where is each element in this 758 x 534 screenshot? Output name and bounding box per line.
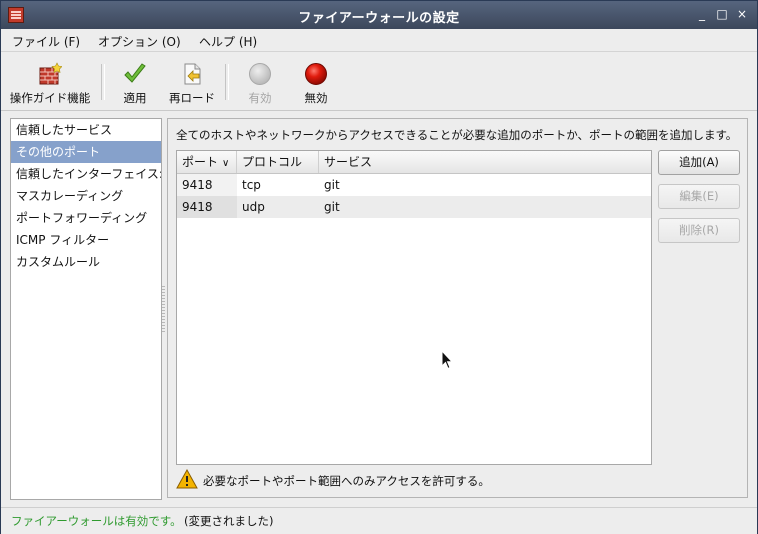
- menu-file[interactable]: ファイル (F): [12, 33, 80, 50]
- sidebar-item-masquerading[interactable]: マスカレーディング: [11, 185, 161, 207]
- firewall-wizard-icon: [39, 62, 62, 85]
- cell-service: git: [324, 178, 340, 192]
- column-header-label: ポート: [182, 155, 219, 169]
- reload-label: 再ロード: [169, 91, 215, 105]
- enable-label: 有効: [248, 91, 272, 105]
- reload-button[interactable]: 再ロード: [167, 58, 217, 106]
- table-header: ポート ∨ プロトコル サービス: [177, 151, 651, 174]
- title-bar[interactable]: ファイアーウォールの設定 _ □ ×: [1, 1, 757, 29]
- window-title: ファイアーウォールの設定: [298, 11, 460, 26]
- enable-button[interactable]: 有効: [241, 58, 279, 106]
- ports-table: ポート ∨ プロトコル サービス 9418 tcp git 9418 udp gi…: [176, 150, 652, 465]
- other-ports-panel: 全てのホストやネットワークからアクセスできることが必要な追加のポートか、ポートの…: [167, 118, 748, 498]
- firewall-window: ファイアーウォールの設定 _ □ × ファイル (F) オプション (O) ヘル…: [0, 0, 758, 534]
- warning-icon: [176, 469, 198, 489]
- pane-resize-handle[interactable]: [162, 286, 165, 334]
- cell-port: 9418: [177, 174, 237, 196]
- sidebar-item-custom-rules[interactable]: カスタムルール: [11, 251, 161, 273]
- panel-description: 全てのホストやネットワークからアクセスできることが必要な追加のポートか、ポートの…: [176, 128, 738, 142]
- menu-bar: ファイル (F) オプション (O) ヘルプ (H): [1, 29, 757, 52]
- column-header-protocol[interactable]: プロトコル: [237, 151, 319, 173]
- sidebar-item-trusted-interfaces[interactable]: 信頼したインターフェイス:: [11, 163, 161, 185]
- toolbar-separator: [101, 64, 105, 100]
- cell-port: 9418: [177, 196, 237, 218]
- toolbar-separator: [225, 64, 229, 100]
- change-status: (変更されました): [184, 514, 274, 528]
- add-port-button[interactable]: 追加(A): [658, 150, 740, 175]
- checkmark-icon: [124, 63, 146, 83]
- column-header-service[interactable]: サービス: [319, 151, 651, 173]
- disable-label: 無効: [304, 91, 328, 105]
- wizard-button[interactable]: 操作ガイド機能: [7, 58, 93, 106]
- reload-icon: [184, 63, 201, 85]
- disabled-circle-icon: [249, 63, 271, 85]
- wizard-label: 操作ガイド機能: [9, 91, 91, 105]
- close-button[interactable]: ×: [735, 7, 749, 21]
- column-header-port[interactable]: ポート ∨: [177, 151, 237, 173]
- cell-protocol: tcp: [242, 178, 261, 192]
- menu-options[interactable]: オプション (O): [98, 33, 181, 50]
- status-bar: ファイアーウォールは有効です。 (変更されました): [1, 507, 757, 534]
- disable-button[interactable]: 無効: [297, 58, 335, 106]
- table-row[interactable]: 9418 tcp git: [177, 174, 651, 196]
- cell-service: git: [324, 200, 340, 214]
- table-row[interactable]: 9418 udp git: [177, 196, 651, 218]
- cell-protocol: udp: [242, 200, 265, 214]
- edit-port-button[interactable]: 編集(E): [658, 184, 740, 209]
- maximize-button[interactable]: □: [715, 7, 729, 21]
- apply-button[interactable]: 適用: [113, 58, 157, 106]
- sort-descending-icon: ∨: [222, 158, 230, 169]
- menu-help[interactable]: ヘルプ (H): [199, 33, 257, 50]
- firewall-status: ファイアーウォールは有効です。: [11, 514, 182, 528]
- apply-label: 適用: [123, 91, 147, 105]
- sidebar-item-trusted-services[interactable]: 信頼したサービス: [11, 119, 161, 141]
- minimize-button[interactable]: _: [695, 7, 709, 21]
- toolbar: 操作ガイド機能 適用 再ロード 有効 無効: [1, 52, 757, 111]
- delete-port-button[interactable]: 削除(R): [658, 218, 740, 243]
- sidebar-item-port-forwarding[interactable]: ポートフォワーディング: [11, 207, 161, 229]
- warning-text: 必要なポートやポート範囲へのみアクセスを許可する。: [203, 474, 490, 488]
- red-stop-icon: [305, 63, 327, 85]
- sidebar-item-other-ports[interactable]: その他のポート: [11, 141, 161, 163]
- sidebar: 信頼したサービス その他のポート 信頼したインターフェイス: マスカレーディング…: [10, 118, 162, 500]
- sidebar-item-icmp-filter[interactable]: ICMP フィルター: [11, 229, 161, 251]
- mouse-cursor-icon: [441, 350, 453, 370]
